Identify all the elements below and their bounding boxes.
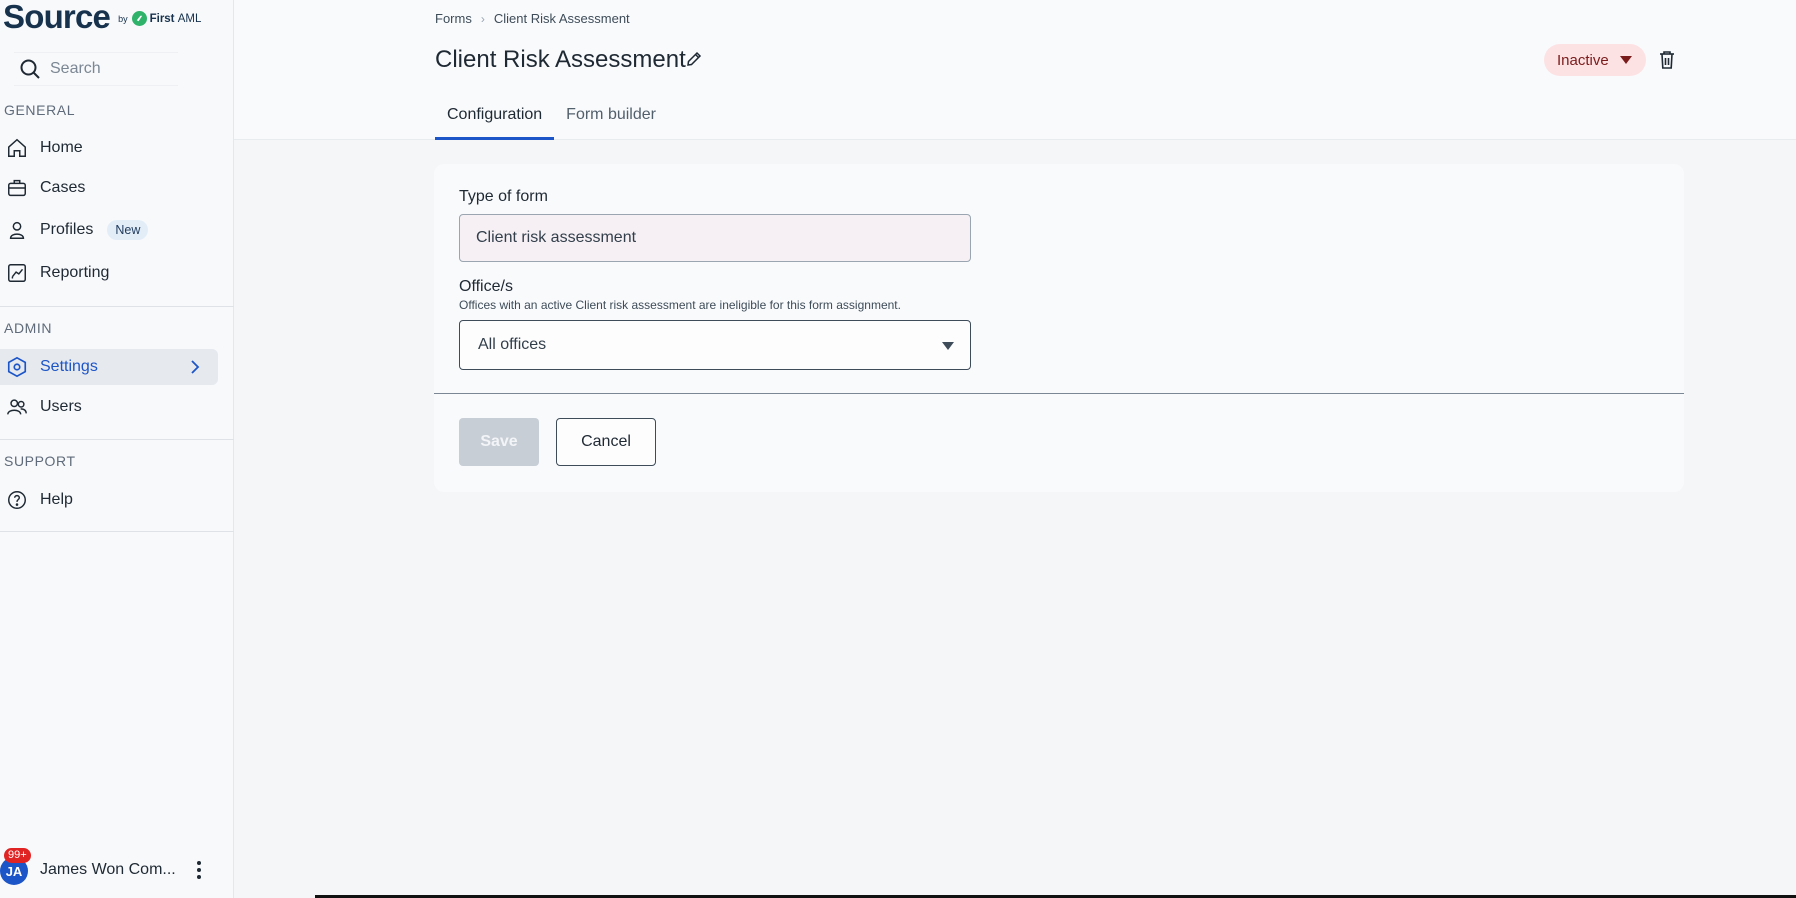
type-of-form-field[interactable] — [459, 214, 971, 262]
sidebar-item-home[interactable]: Home — [0, 130, 218, 166]
breadcrumb-separator-icon: › — [480, 11, 485, 26]
page-title: Client Risk Assessment — [435, 46, 686, 73]
brand-partner-rest: AML — [177, 13, 202, 25]
status-dropdown[interactable]: Inactive — [1544, 44, 1646, 76]
brand-by: by — [118, 14, 128, 24]
pencil-icon[interactable] — [685, 50, 703, 68]
brand-partner-bold: First — [149, 13, 175, 25]
sidebar-item-profiles[interactable]: Profiles New — [0, 212, 218, 248]
caret-down-icon — [942, 342, 954, 350]
tab-form-builder[interactable]: Form builder — [554, 100, 668, 140]
settings-hexagon-icon — [6, 356, 28, 378]
tab-configuration[interactable]: Configuration — [435, 100, 555, 140]
home-icon — [6, 137, 28, 159]
tab-bar: Configuration Form builder — [435, 100, 668, 140]
brand-logo[interactable]: Source by First AML — [3, 0, 201, 34]
brand-name: Source — [3, 0, 111, 35]
chevron-right-icon — [191, 360, 200, 374]
more-options-icon[interactable] — [192, 857, 206, 883]
breadcrumb: Forms › Client Risk Assessment — [435, 11, 630, 26]
offices-help-text: Offices with an active Client risk asses… — [459, 298, 901, 312]
sidebar-item-settings[interactable]: Settings — [0, 349, 218, 385]
user-menu[interactable]: JA 99+ James Won Com... — [0, 848, 234, 888]
sidebar-divider — [0, 306, 234, 307]
sidebar-item-help[interactable]: Help — [0, 482, 218, 518]
breadcrumb-current: Client Risk Assessment — [493, 11, 630, 26]
offices-select-value: All offices — [478, 336, 547, 353]
offices-select[interactable]: All offices — [459, 320, 971, 370]
save-button[interactable]: Save — [459, 418, 539, 466]
user-name: James Won Com... — [40, 861, 176, 878]
section-label-general: GENERAL — [4, 102, 76, 118]
sidebar-item-label: Cases — [40, 179, 86, 196]
caret-down-icon — [1620, 56, 1632, 64]
sidebar-item-label: Help — [40, 491, 73, 508]
type-of-form-label: Type of form — [459, 188, 548, 205]
page-header: Forms › Client Risk Assessment Client Ri… — [234, 0, 1796, 140]
sidebar-item-label: Reporting — [40, 264, 110, 281]
notification-badge: 99+ — [4, 848, 31, 863]
section-label-support: SUPPORT — [4, 453, 76, 469]
sidebar-item-label: Profiles — [40, 221, 94, 238]
sidebar: Source by First AML GENERAL Home Cases P… — [0, 0, 234, 898]
section-label-admin: ADMIN — [4, 320, 53, 336]
status-label: Inactive — [1557, 51, 1609, 69]
sidebar-item-cases[interactable]: Cases — [0, 170, 218, 206]
cancel-button[interactable]: Cancel — [556, 418, 656, 466]
chart-icon — [6, 262, 28, 284]
sidebar-item-reporting[interactable]: Reporting — [0, 255, 218, 291]
new-badge: New — [107, 220, 149, 240]
search-icon — [20, 59, 40, 79]
card-divider — [434, 393, 1684, 394]
sidebar-item-users[interactable]: Users — [0, 389, 218, 425]
configuration-card: Type of form Office/s Offices with an ac… — [434, 164, 1684, 492]
search-box[interactable] — [14, 52, 178, 86]
sidebar-item-label: Home — [40, 139, 83, 156]
help-circle-icon — [6, 489, 28, 511]
first-aml-logo-icon — [131, 11, 147, 26]
sidebar-divider — [0, 531, 234, 532]
briefcase-icon — [6, 177, 28, 199]
person-icon — [6, 219, 28, 241]
trash-icon[interactable] — [1658, 50, 1676, 70]
sidebar-divider — [0, 439, 234, 440]
sidebar-item-label: Users — [40, 398, 82, 415]
breadcrumb-forms[interactable]: Forms — [435, 11, 472, 26]
offices-label: Office/s — [459, 278, 513, 295]
sidebar-item-label: Settings — [40, 358, 98, 375]
users-icon — [6, 396, 28, 418]
brand-partner: First AML — [150, 13, 202, 25]
search-input[interactable] — [50, 60, 170, 78]
